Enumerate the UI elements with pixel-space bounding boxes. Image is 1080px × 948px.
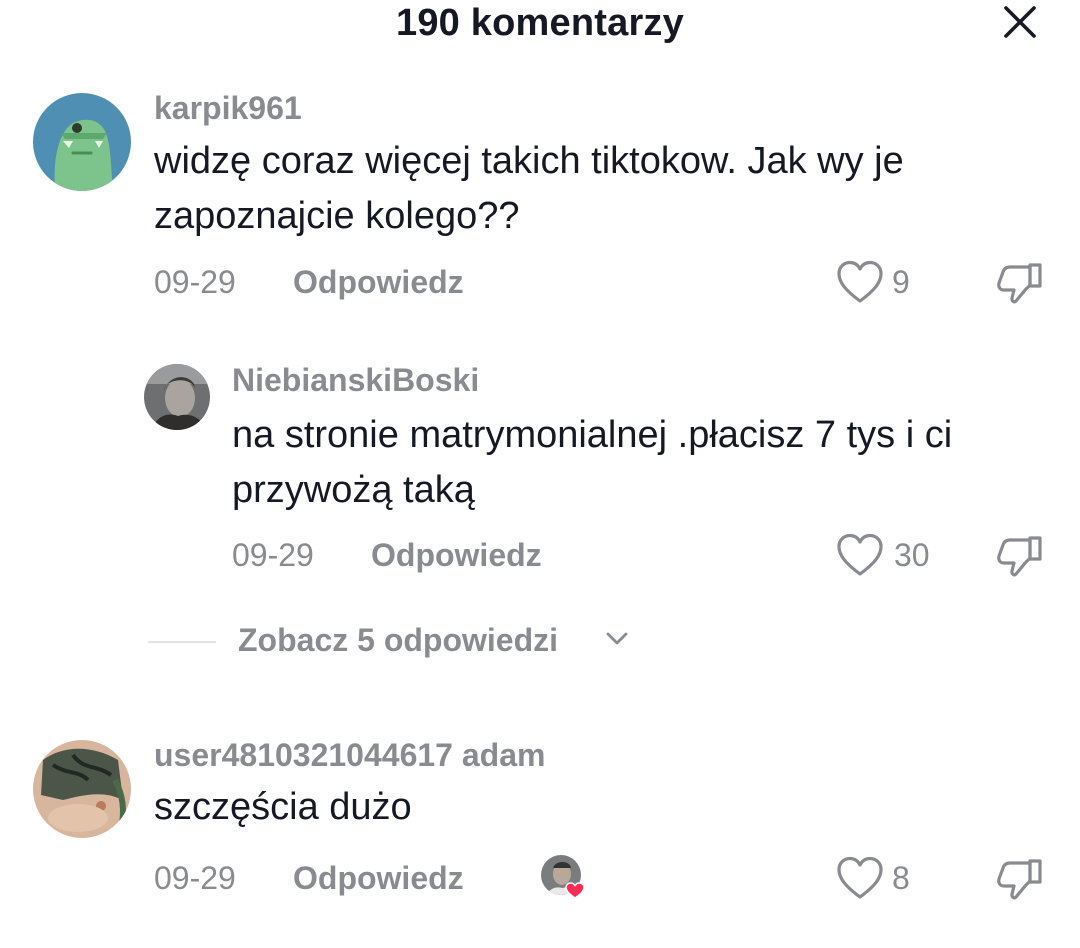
comment-username[interactable]: NiebianskiBoski: [232, 362, 479, 399]
comment-date: 09-29: [232, 537, 314, 573]
avatar[interactable]: [33, 93, 131, 191]
comment-username[interactable]: user4810321044617 adam: [154, 737, 545, 774]
chevron-down-icon: [606, 632, 628, 645]
thumbs-down-icon[interactable]: [996, 262, 1044, 304]
comments-header: 190 komentarzy: [0, 0, 1080, 56]
heart-filled-icon: [565, 882, 585, 899]
creator-liked-avatar: [541, 855, 585, 899]
comment-text: szczęścia dużo: [154, 786, 412, 828]
comment-date: 09-29: [154, 264, 236, 300]
thumbs-down-icon[interactable]: [996, 858, 1044, 900]
reply-button[interactable]: Odpowiedz: [293, 860, 464, 897]
heart-icon[interactable]: [836, 533, 884, 577]
like-count: 9: [892, 264, 910, 300]
thumbs-down-icon[interactable]: [996, 535, 1044, 577]
reply-button[interactable]: Odpowiedz: [293, 264, 464, 301]
comment-text: na stronie matrymonialnej .płacisz 7 tys…: [232, 414, 953, 511]
comment-username[interactable]: karpik961: [154, 90, 302, 127]
comments-count-title: 190 komentarzy: [396, 2, 684, 44]
comment-date: 09-29: [154, 860, 236, 896]
reply-button[interactable]: Odpowiedz: [371, 537, 542, 574]
view-replies-button[interactable]: Zobacz 5 odpowiedzi: [148, 620, 748, 668]
avatar[interactable]: [33, 740, 131, 838]
heart-icon[interactable]: [836, 260, 884, 304]
divider: [148, 641, 216, 643]
view-replies-label: Zobacz 5 odpowiedzi: [238, 622, 559, 658]
heart-icon[interactable]: [836, 856, 884, 900]
like-count: 30: [894, 537, 930, 573]
avatar[interactable]: [144, 364, 210, 430]
close-icon[interactable]: [1000, 2, 1040, 42]
comment-text: widzę coraz więcej takich tiktokow. Jak …: [154, 140, 904, 237]
like-count: 8: [892, 860, 910, 896]
